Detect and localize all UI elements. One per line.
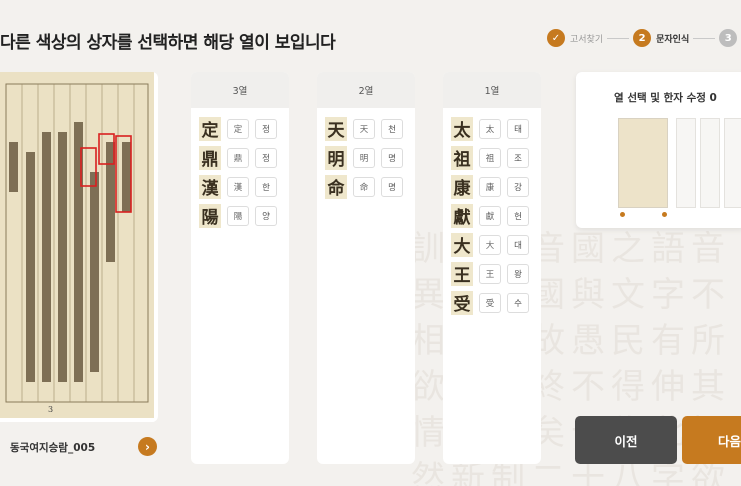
char-crop: 鼎 — [199, 145, 221, 170]
char-crop: 獻 — [451, 203, 473, 228]
column-card-3[interactable]: 3열 定 定 정 鼎 鼎 정 漢 漢 한 陽 陽 양 — [191, 72, 289, 464]
reading-field[interactable]: 대 — [507, 234, 529, 255]
column-card-2[interactable]: 2열 天 天 천 明 明 명 命 命 명 — [317, 72, 415, 464]
char-row[interactable]: 康 康 강 — [443, 172, 541, 201]
char-row[interactable]: 命 命 명 — [317, 172, 415, 201]
hanja-field[interactable]: 祖 — [479, 147, 501, 168]
char-crop: 王 — [451, 261, 473, 286]
reading-field[interactable]: 헌 — [507, 205, 529, 226]
char-row[interactable]: 獻 獻 헌 — [443, 201, 541, 230]
step-connector — [607, 37, 630, 39]
char-crop: 命 — [325, 174, 347, 199]
previous-button[interactable]: 이전 — [575, 416, 677, 464]
step-char-recognition[interactable]: 2 문자인식 — [633, 29, 689, 47]
document-viewer[interactable] — [0, 72, 158, 422]
reading-field[interactable]: 한 — [255, 176, 277, 197]
preview-document-thumbnail — [618, 118, 668, 208]
char-crop: 明 — [325, 145, 347, 170]
reading-field[interactable]: 정 — [255, 147, 277, 168]
char-row[interactable]: 受 受 수 — [443, 288, 541, 317]
next-button[interactable]: 다음 — [682, 416, 741, 464]
char-crop: 祖 — [451, 145, 473, 170]
hanja-field[interactable]: 命 — [353, 176, 375, 197]
char-crop: 大 — [451, 232, 473, 257]
document-page-number: 3 — [48, 405, 54, 414]
reading-field[interactable]: 정 — [255, 118, 277, 139]
char-row[interactable]: 太 太 태 — [443, 114, 541, 143]
reading-field[interactable]: 수 — [507, 292, 529, 313]
help-preview-card: 열 선택 및 한자 수정 0 — [576, 72, 741, 228]
char-row[interactable]: 定 定 정 — [191, 114, 289, 143]
hanja-field[interactable]: 康 — [479, 176, 501, 197]
reading-field[interactable]: 명 — [381, 176, 403, 197]
char-row[interactable]: 陽 陽 양 — [191, 201, 289, 230]
preview-column — [676, 118, 696, 208]
hanja-field[interactable]: 王 — [479, 263, 501, 284]
column-title: 3열 — [191, 72, 289, 108]
preview-column — [700, 118, 720, 208]
hanja-field[interactable]: 漢 — [227, 176, 249, 197]
char-row[interactable]: 明 明 명 — [317, 143, 415, 172]
hanja-field[interactable]: 受 — [479, 292, 501, 313]
hanja-field[interactable]: 定 — [227, 118, 249, 139]
char-crop: 天 — [325, 116, 347, 141]
hanja-field[interactable]: 大 — [479, 234, 501, 255]
char-row[interactable]: 祖 祖 조 — [443, 143, 541, 172]
char-row[interactable]: 大 大 대 — [443, 230, 541, 259]
chevron-right-icon[interactable]: › — [138, 437, 157, 456]
char-crop: 受 — [451, 290, 473, 315]
preview-title: 열 선택 및 한자 수정 0 — [614, 92, 717, 104]
column-title: 1열 — [443, 72, 541, 108]
char-row[interactable]: 漢 漢 한 — [191, 172, 289, 201]
step-number: 2 — [633, 29, 652, 47]
step-find-book[interactable]: ✓ 고서찾기 — [547, 29, 603, 47]
step-connector — [693, 37, 716, 39]
char-row[interactable]: 天 天 천 — [317, 114, 415, 143]
reading-field[interactable]: 조 — [507, 147, 529, 168]
preview-marker — [620, 212, 625, 217]
reading-field[interactable]: 양 — [255, 205, 277, 226]
char-crop: 漢 — [199, 174, 221, 199]
hanja-field[interactable]: 天 — [353, 118, 375, 139]
page-instruction: 다른 색상의 상자를 선택하면 해당 열이 보입니다 — [0, 33, 336, 53]
hanja-field[interactable]: 鼎 — [227, 147, 249, 168]
hanja-field[interactable]: 獻 — [479, 205, 501, 226]
char-crop: 定 — [199, 116, 221, 141]
step-three[interactable]: 3 — [719, 29, 738, 47]
preview-columns — [676, 118, 741, 208]
progress-stepper: ✓ 고서찾기 2 문자인식 3 — [547, 29, 738, 47]
char-crop: 康 — [451, 174, 473, 199]
step-number: 3 — [719, 29, 738, 47]
step-label: 문자인식 — [656, 34, 690, 45]
column-title: 2열 — [317, 72, 415, 108]
reading-field[interactable]: 명 — [381, 147, 403, 168]
preview-marker — [662, 212, 667, 217]
ancient-document-image — [0, 72, 154, 418]
preview-column — [724, 118, 741, 208]
check-icon: ✓ — [547, 29, 565, 47]
column-card-1[interactable]: 1열 太 太 태 祖 祖 조 康 康 강 獻 獻 헌 大 大 대 王 王 왕 受… — [443, 72, 541, 464]
step-label: 고서찾기 — [570, 34, 604, 45]
char-row[interactable]: 鼎 鼎 정 — [191, 143, 289, 172]
char-row[interactable]: 王 王 왕 — [443, 259, 541, 288]
reading-field[interactable]: 강 — [507, 176, 529, 197]
char-crop: 陽 — [199, 203, 221, 228]
document-name: 동국여지승람_005 — [10, 442, 96, 454]
reading-field[interactable]: 태 — [507, 118, 529, 139]
hanja-field[interactable]: 太 — [479, 118, 501, 139]
reading-field[interactable]: 천 — [381, 118, 403, 139]
reading-field[interactable]: 왕 — [507, 263, 529, 284]
hanja-field[interactable]: 明 — [353, 147, 375, 168]
hanja-field[interactable]: 陽 — [227, 205, 249, 226]
char-crop: 太 — [451, 116, 473, 141]
